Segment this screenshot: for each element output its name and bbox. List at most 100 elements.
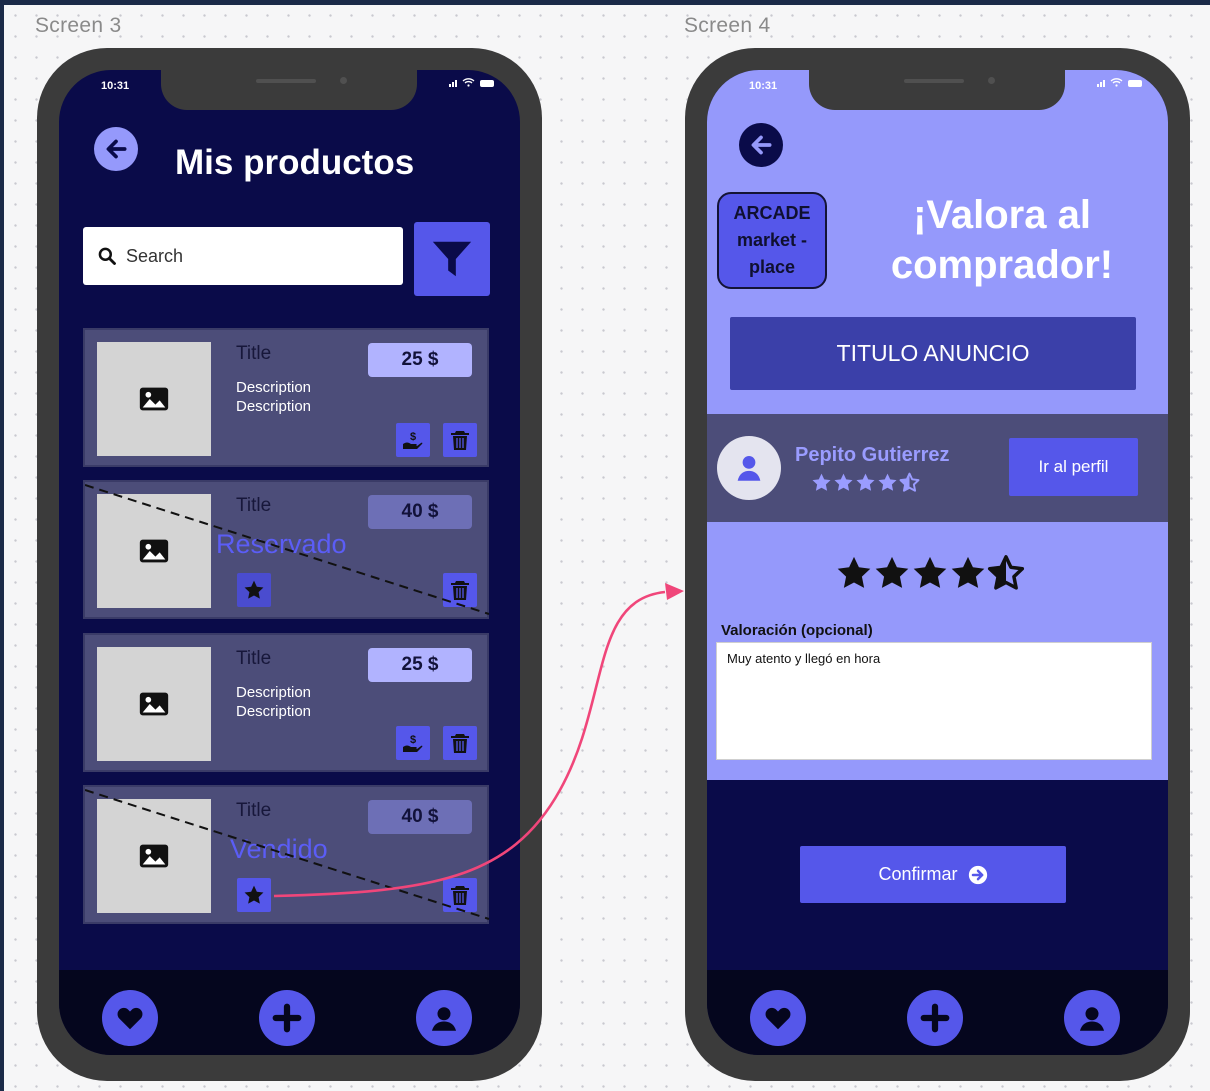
sold-status-label: Vendido <box>230 834 328 864</box>
sell-button[interactable] <box>396 423 430 457</box>
bottom-nav <box>59 970 520 1055</box>
product-image <box>97 342 211 456</box>
seller-name: Pepito Gutierrez <box>795 444 950 466</box>
nav-add-button[interactable] <box>907 990 963 1046</box>
image-icon <box>137 382 171 416</box>
view-profile-button[interactable]: Ir al perfil <box>1009 438 1138 496</box>
nav-add-button[interactable] <box>259 990 315 1046</box>
rating-section: Valoración (opcional) Muy atento y llegó… <box>707 522 1168 780</box>
star-full-icon <box>834 473 853 491</box>
wifi-icon <box>1110 78 1123 87</box>
back-button[interactable] <box>94 127 138 171</box>
screen-4-label: Screen 4 <box>684 14 771 37</box>
star-half-icon <box>899 472 920 492</box>
user-icon <box>431 1007 457 1031</box>
user-icon <box>737 455 761 481</box>
delete-button[interactable] <box>443 726 477 760</box>
signal-icon <box>1097 80 1105 87</box>
search-icon <box>98 247 116 265</box>
seller-panel: Pepito Gutierrez Ir al perfil <box>707 414 1168 522</box>
screen-3-display: 10:31 Mis productos Title Description De… <box>59 70 520 1055</box>
status-icons <box>449 78 494 87</box>
review-label: Valoración (opcional) <box>721 622 873 639</box>
user-icon <box>1079 1007 1105 1031</box>
canvas-edge-left <box>0 0 4 1091</box>
product-card[interactable]: Title Description Description 25 $ <box>83 328 489 467</box>
canvas-edge-top <box>0 0 1210 5</box>
star-full-icon <box>951 556 985 588</box>
heart-icon <box>117 1007 143 1030</box>
product-title: Title <box>236 495 272 516</box>
star-full-icon <box>875 556 909 588</box>
plus-icon <box>920 1003 950 1033</box>
status-icons <box>1097 78 1142 87</box>
battery-icon <box>480 80 494 87</box>
search-input[interactable] <box>126 245 376 267</box>
trash-icon <box>448 428 472 452</box>
confirm-label: Confirmar <box>878 864 958 884</box>
image-icon <box>137 534 171 568</box>
delete-button[interactable] <box>443 573 477 607</box>
page-title: ¡Valora al comprador! <box>890 193 1114 287</box>
product-price: 40 $ <box>368 800 472 834</box>
filter-icon <box>432 241 472 277</box>
nav-profile-button[interactable] <box>1064 990 1120 1046</box>
delete-button[interactable] <box>443 423 477 457</box>
product-card[interactable]: Title 40 $ Vendido <box>83 785 490 924</box>
arcade-marketplace-logo: ARCADE market - place <box>717 192 827 289</box>
delete-button[interactable] <box>443 878 477 912</box>
sell-button[interactable] <box>396 726 430 760</box>
product-description: Description Description <box>236 379 312 415</box>
phone-frame-screen-3: 10:31 Mis productos Title Description De… <box>37 48 542 1081</box>
nav-favorites-button[interactable] <box>102 990 158 1046</box>
star-full-icon <box>913 556 947 588</box>
bottom-nav <box>707 970 1168 1055</box>
avatar <box>717 436 781 500</box>
screen-4-display: 10:31 ARCADE market - place ¡Valora al c… <box>707 70 1168 1055</box>
hand-dollar-icon <box>401 731 425 755</box>
reserved-status-label: Reservado <box>216 529 347 559</box>
status-time: 10:31 <box>749 80 778 92</box>
phone-notch <box>161 70 417 110</box>
filter-button[interactable] <box>414 222 490 296</box>
product-price: 25 $ <box>368 648 472 682</box>
product-card[interactable]: Title 40 $ Reservado <box>83 480 490 619</box>
wifi-icon <box>462 78 475 87</box>
signal-icon <box>449 80 457 87</box>
back-button[interactable] <box>739 123 783 167</box>
arrow-left-icon <box>106 139 127 159</box>
product-card[interactable]: Title Description Description 25 $ <box>83 633 489 772</box>
product-image <box>97 647 211 761</box>
star-icon <box>243 884 265 906</box>
reserved-badge-button[interactable] <box>237 573 271 607</box>
search-box[interactable] <box>83 227 403 285</box>
product-price: 25 $ <box>368 343 472 377</box>
nav-favorites-button[interactable] <box>750 990 806 1046</box>
product-price: 40 $ <box>368 495 472 529</box>
phone-notch <box>809 70 1065 110</box>
seller-rating-stars <box>812 472 920 492</box>
image-icon <box>137 687 171 721</box>
logo-line: ARCADE <box>733 203 811 223</box>
status-time: 10:31 <box>101 80 130 92</box>
page-title: Mis productos <box>175 143 415 182</box>
review-textarea[interactable]: Muy atento y llegó en hora <box>716 642 1152 760</box>
rate-buyer-button[interactable] <box>237 878 271 912</box>
star-full-icon <box>837 556 871 588</box>
phone-frame-screen-4: 10:31 ARCADE market - place ¡Valora al c… <box>685 48 1190 1081</box>
trash-icon <box>448 578 472 602</box>
star-half-icon <box>987 555 1025 590</box>
trash-icon <box>448 883 472 907</box>
star-icon <box>243 579 265 601</box>
product-title: Title <box>236 648 272 669</box>
nav-profile-button[interactable] <box>416 990 472 1046</box>
arrow-left-icon <box>751 135 772 155</box>
star-full-icon <box>878 473 897 491</box>
arrow-right-circle-icon <box>968 865 987 884</box>
logo-line: market - <box>736 230 808 250</box>
plus-icon <box>272 1003 302 1033</box>
product-title: Title <box>236 800 272 821</box>
hand-dollar-icon <box>401 428 425 452</box>
confirm-button[interactable]: Confirmar <box>800 846 1066 903</box>
rating-stars-input[interactable] <box>835 554 1035 598</box>
